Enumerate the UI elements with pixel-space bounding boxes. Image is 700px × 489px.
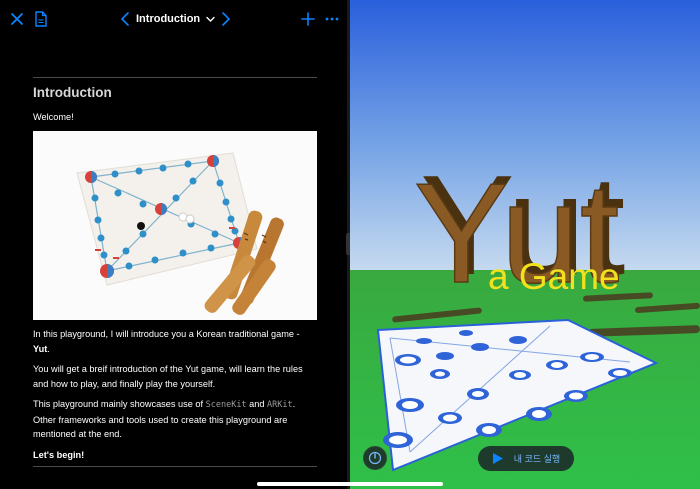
home-indicator[interactable] (257, 482, 443, 486)
close-icon[interactable] (7, 9, 27, 29)
page-title-menu[interactable]: Introduction (136, 13, 200, 25)
nav-bar: Introduction (0, 0, 347, 38)
document-icon[interactable] (31, 9, 51, 29)
run-my-code-button[interactable]: 내 코드 실행 (478, 446, 574, 471)
page-content: Introduction Welcome! (33, 82, 317, 125)
scene-subtitle: a Game (488, 256, 620, 297)
intro-paragraphs: In this playground, I will introduce you… (33, 327, 317, 462)
title-area: Introduction (120, 9, 231, 29)
intro-paragraph-1: In this playground, I will introduce you… (33, 329, 300, 354)
welcome-text: Welcome! (33, 112, 74, 122)
intro-paragraph-2: You will get a breif introduction of the… (33, 364, 303, 389)
top-divider (33, 77, 317, 78)
intro-paragraph-3: This playground mainly showcases use of … (33, 399, 296, 439)
bottom-divider (33, 466, 317, 467)
live-view[interactable]: Yut Yut (350, 0, 700, 489)
chevron-right-icon[interactable] (221, 12, 231, 26)
ellipsis-icon[interactable] (322, 9, 342, 29)
document-panel: Introduction Introduction Welcome! In th… (0, 0, 347, 489)
run-button-label: 내 코드 실행 (513, 454, 561, 464)
plus-icon[interactable] (298, 9, 318, 29)
intro-paragraph-4: Let's begin! (33, 449, 85, 460)
chevron-left-icon[interactable] (120, 12, 130, 26)
page-heading: Introduction (33, 85, 112, 100)
chevron-down-icon[interactable] (206, 16, 215, 23)
play-icon (492, 452, 504, 465)
yut-board-photo (33, 131, 317, 320)
performance-meter-icon[interactable] (363, 446, 387, 470)
